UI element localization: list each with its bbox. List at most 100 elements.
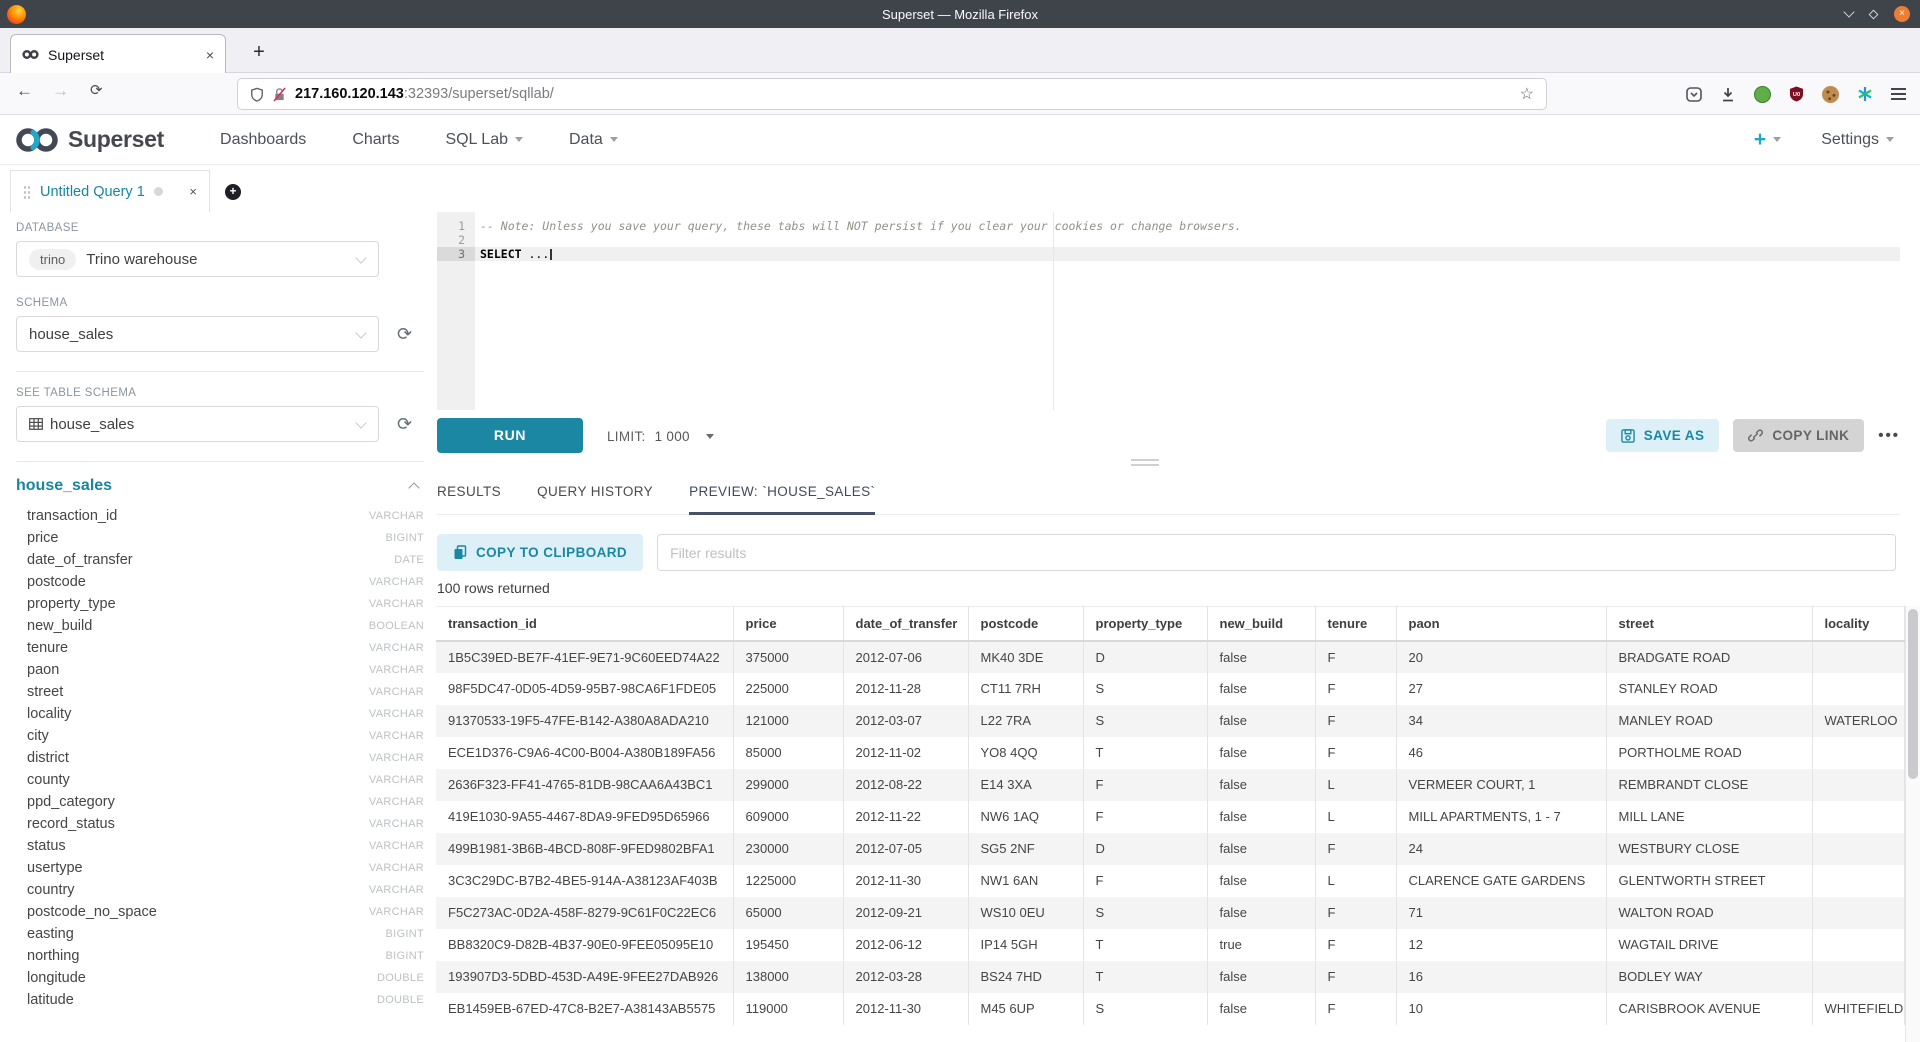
pane-resize-handle[interactable] [1131, 459, 1159, 469]
table-cell: false [1207, 641, 1315, 673]
copy-to-clipboard-button[interactable]: COPY TO CLIPBOARD [437, 534, 643, 571]
settings-menu[interactable]: Settings [1821, 131, 1894, 149]
column-header[interactable]: transaction_id [436, 607, 733, 641]
superset-brand[interactable]: Superset [16, 126, 164, 153]
table-cell: T [1083, 737, 1207, 769]
column-header[interactable]: price [733, 607, 843, 641]
query-tab[interactable]: Untitled Query 1 × [10, 170, 210, 212]
sql-editor[interactable]: 123 -- Note: Unless you save your query,… [437, 212, 1900, 410]
editor-gutter: 123 [437, 212, 475, 410]
reload-button[interactable]: ⟳ [90, 81, 103, 99]
browser-tab[interactable]: Superset × [10, 34, 226, 74]
table-cell: BODLEY WAY [1606, 961, 1812, 993]
table-cell: 230000 [733, 833, 843, 865]
table-cell: false [1207, 769, 1315, 801]
table-cell: F [1083, 769, 1207, 801]
browser-tab-close-icon[interactable]: × [206, 47, 214, 63]
column-header[interactable]: date_of_transfer [843, 607, 968, 641]
table-cell: IP14 5GH [968, 929, 1083, 961]
results-tab-preview[interactable]: PREVIEW: `HOUSE_SALES` [689, 478, 875, 514]
column-type: DATE [394, 554, 424, 566]
nav-item-label: Charts [352, 131, 399, 149]
table-cell: 2012-07-05 [843, 833, 968, 865]
schema-select[interactable]: house_sales [16, 316, 379, 352]
window-minimize-icon[interactable] [1843, 6, 1854, 17]
table-cell: F5C273AC-0D2A-458F-8279-9C61F0C22EC6 [436, 897, 733, 929]
ublock-origin-icon[interactable]: U0 [1789, 86, 1804, 102]
limit-dropdown[interactable]: LIMIT: 1 000 [607, 416, 714, 456]
nav-item-dashboards[interactable]: Dashboards [220, 131, 306, 149]
column-header[interactable]: locality [1812, 607, 1904, 641]
column-header[interactable]: paon [1396, 607, 1606, 641]
bookmark-star-icon[interactable]: ☆ [1520, 84, 1534, 104]
column-header[interactable]: new_build [1207, 607, 1315, 641]
column-type: VARCHAR [369, 510, 424, 522]
drag-handle-icon[interactable] [23, 185, 31, 199]
refresh-schema-icon[interactable]: ⟳ [397, 325, 412, 343]
nav-item-data[interactable]: Data [569, 131, 618, 149]
download-icon[interactable] [1720, 87, 1736, 102]
table-row: 98F5DC47-0D05-4D59-95B7-98CA6F1FDE052250… [436, 673, 1904, 705]
pocket-icon[interactable] [1686, 87, 1702, 102]
new-item-button[interactable]: + [1754, 128, 1781, 152]
table-cell: MILL APARTMENTS, 1 - 7 [1396, 801, 1606, 833]
column-type: VARCHAR [369, 840, 424, 852]
superset-favicon-icon [22, 49, 39, 60]
scrollbar-thumb[interactable] [1908, 609, 1918, 779]
database-engine-pill: trino [29, 249, 76, 270]
results-tab-query-history[interactable]: QUERY HISTORY [537, 478, 653, 514]
results-tab-results[interactable]: RESULTS [437, 478, 501, 514]
window-maximize-icon[interactable] [1869, 9, 1879, 19]
copy-icon [453, 545, 467, 560]
column-type: BIGINT [386, 532, 424, 544]
save-as-button[interactable]: SAVE AS [1606, 419, 1720, 452]
column-name: longitude [16, 970, 86, 986]
menu-icon[interactable] [1891, 88, 1906, 100]
browser-new-tab-button[interactable]: + [243, 37, 275, 69]
table-select[interactable]: house_sales [16, 406, 379, 442]
forward-button[interactable]: → [52, 81, 69, 101]
schema-column-row: property_typeVARCHAR [16, 593, 424, 615]
query-tab-close-icon[interactable]: × [189, 184, 197, 199]
table-cell: 119000 [733, 993, 843, 1025]
add-query-tab-button[interactable]: + [225, 184, 241, 200]
results-table: transaction_idpricedate_of_transferpostc… [436, 606, 1905, 1025]
refresh-table-icon[interactable]: ⟳ [397, 415, 412, 433]
column-header[interactable]: postcode [968, 607, 1083, 641]
extension-asterisk-icon[interactable] [1857, 86, 1873, 102]
row-count-text: 100 rows returned [437, 580, 550, 596]
table-cell: VERMEER COURT, 1 [1396, 769, 1606, 801]
column-header[interactable]: tenure [1315, 607, 1396, 641]
filter-results-input[interactable] [657, 534, 1896, 571]
copy-link-button[interactable]: COPY LINK [1733, 419, 1864, 452]
back-button[interactable]: ← [16, 81, 33, 101]
table-cell [1812, 929, 1904, 961]
insecure-lock-icon[interactable] [273, 87, 286, 102]
nav-item-sql-lab[interactable]: SQL Lab [445, 131, 523, 149]
chevron-down-icon [355, 252, 366, 263]
table-schema-heading[interactable]: house_sales [16, 477, 112, 495]
table-cell: 2012-11-28 [843, 673, 968, 705]
results-scrollbar[interactable] [1905, 606, 1920, 1042]
divider [16, 371, 424, 372]
schema-column-row: eastingBIGINT [16, 923, 424, 945]
schema-value: house_sales [29, 326, 113, 343]
cookie-manager-icon[interactable] [1822, 86, 1839, 103]
table-row: EB1459EB-67ED-47C8-B2E7-A38143AB55751190… [436, 993, 1904, 1025]
url-bar[interactable]: 217.160.120.143:32393/superset/sqllab/ ☆ [237, 78, 1547, 110]
more-actions-button[interactable]: ••• [1878, 427, 1900, 444]
column-name: new_build [16, 618, 92, 634]
extension-monkey-icon[interactable] [1754, 86, 1771, 103]
table-cell: BRADGATE ROAD [1606, 641, 1812, 673]
run-button[interactable]: RUN [437, 418, 583, 453]
column-header[interactable]: property_type [1083, 607, 1207, 641]
collapse-chevron-icon[interactable] [408, 482, 419, 493]
database-select[interactable]: trino Trino warehouse [16, 241, 379, 277]
table-cell: SG5 2NF [968, 833, 1083, 865]
column-type: VARCHAR [369, 708, 424, 720]
nav-item-charts[interactable]: Charts [352, 131, 399, 149]
shield-icon[interactable] [250, 87, 264, 102]
window-close-icon[interactable]: × [1894, 6, 1910, 22]
table-cell: 499B1981-3B6B-4BCD-808F-9FED9802BFA1 [436, 833, 733, 865]
column-header[interactable]: street [1606, 607, 1812, 641]
